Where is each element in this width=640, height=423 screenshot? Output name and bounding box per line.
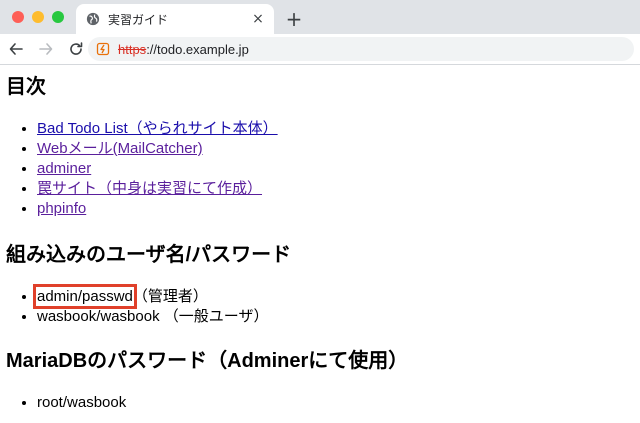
tab-strip: 実習ガイド × + xyxy=(0,0,640,34)
browser-toolbar: https://todo.example.jp xyxy=(0,34,640,65)
mariadb-list: root/wasbook xyxy=(6,393,634,413)
reload-button[interactable] xyxy=(64,37,88,61)
link-trap-site[interactable]: 罠サイト（中身は実習にて作成） xyxy=(37,180,262,197)
new-tab-button[interactable]: + xyxy=(284,7,304,31)
link-adminer[interactable]: adminer xyxy=(37,160,91,177)
admin-credential: admin/passwd xyxy=(33,284,137,309)
url-scheme: https xyxy=(118,41,147,57)
list-item: Bad Todo List（やられサイト本体） xyxy=(37,119,634,139)
credentials-list: admin/passwd（管理者） wasbook/wasbook （一般ユーザ… xyxy=(6,284,634,327)
page-content: 目次 Bad Todo List（やられサイト本体） Webメール(MailCa… xyxy=(0,75,640,413)
toc-heading: 目次 xyxy=(6,76,46,98)
window-controls xyxy=(12,11,64,23)
close-window-button[interactable] xyxy=(12,11,24,23)
credentials-heading: 組み込みのユーザ名/パスワード xyxy=(6,244,292,266)
back-button[interactable] xyxy=(4,37,28,61)
toc-list: Bad Todo List（やられサイト本体） Webメール(MailCatch… xyxy=(6,119,634,219)
maximize-window-button[interactable] xyxy=(52,11,64,23)
list-item: Webメール(MailCatcher) xyxy=(37,139,634,159)
link-webmail[interactable]: Webメール(MailCatcher) xyxy=(37,140,203,157)
globe-icon xyxy=(86,12,100,26)
tab-close-icon[interactable]: × xyxy=(250,11,266,27)
url-host: ://todo.example.jp xyxy=(146,41,249,57)
list-item: admin/passwd（管理者） xyxy=(33,284,634,309)
credential-note: （管理者） xyxy=(132,288,208,305)
user-credential: wasbook/wasbook xyxy=(37,308,160,325)
tab-title: 実習ガイド xyxy=(108,12,169,27)
list-item: 罠サイト（中身は実習にて作成） xyxy=(37,179,634,199)
mariadb-heading: MariaDBのパスワード（Adminerにて使用） xyxy=(6,350,409,372)
minimize-window-button[interactable] xyxy=(32,11,44,23)
list-item: phpinfo xyxy=(37,199,634,219)
link-phpinfo[interactable]: phpinfo xyxy=(37,200,86,217)
list-item: adminer xyxy=(37,159,634,179)
credential-note: （一般ユーザ） xyxy=(159,308,269,325)
list-item: root/wasbook xyxy=(37,393,634,413)
arrow-right-icon xyxy=(39,43,53,55)
mariadb-credential: root/wasbook xyxy=(37,394,127,411)
browser-tab[interactable]: 実習ガイド × xyxy=(76,4,274,34)
url-text: https://todo.example.jp xyxy=(118,42,249,57)
list-item: wasbook/wasbook （一般ユーザ） xyxy=(37,307,634,327)
address-bar[interactable]: https://todo.example.jp xyxy=(88,37,634,61)
link-bad-todo-list[interactable]: Bad Todo List（やられサイト本体） xyxy=(37,120,278,137)
not-secure-icon[interactable] xyxy=(96,42,110,56)
arrow-left-icon xyxy=(9,43,23,55)
reload-icon xyxy=(70,42,83,55)
forward-button[interactable] xyxy=(34,37,58,61)
